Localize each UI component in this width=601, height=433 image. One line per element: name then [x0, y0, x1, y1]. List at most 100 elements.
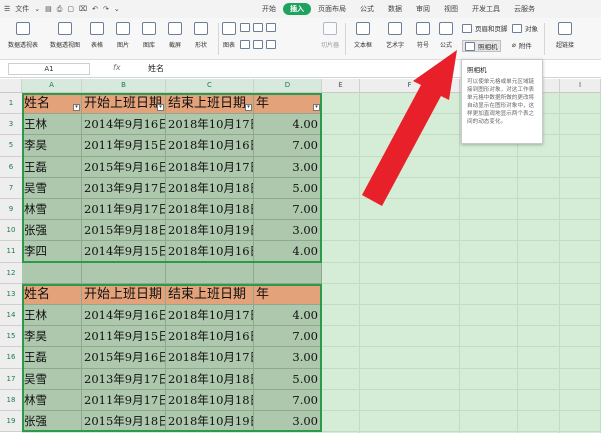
data-cell[interactable]: 2015年9月16日 [82, 156, 166, 178]
data-cell[interactable]: 2018年10月18日 [166, 177, 254, 199]
empty-cell[interactable] [82, 262, 166, 284]
formula-input[interactable]: 姓名 [148, 63, 164, 74]
data-cell[interactable]: 3.00 [254, 411, 322, 433]
data-cell[interactable]: 4.00 [254, 241, 322, 263]
print-icon[interactable]: ⎙ [57, 5, 63, 14]
chart-types-row-2[interactable] [240, 40, 276, 49]
equation-button[interactable]: 公式 [429, 18, 463, 49]
filter-dropdown-icon[interactable]: ▾ [313, 104, 320, 112]
row-header[interactable]: 12 [0, 262, 22, 284]
header-cell[interactable]: 结束上班日期 ▾ [166, 93, 254, 115]
data-cell[interactable]: 李四 [22, 241, 82, 263]
hyperlink-button[interactable]: 超链接 [548, 18, 582, 49]
data-cell[interactable]: 2015年9月18日 [82, 220, 166, 242]
data-cell[interactable]: 2013年9月17日 [82, 368, 166, 390]
data-cell[interactable]: 2011年9月17日 [82, 389, 166, 411]
data-cell[interactable]: 2018年10月18日 [166, 199, 254, 221]
data-cell[interactable]: 3.00 [254, 156, 322, 178]
data-cell[interactable]: 2018年10月16日 [166, 135, 254, 157]
line-chart-icon[interactable] [253, 23, 263, 32]
format-painter-icon[interactable]: ⌧ [79, 5, 87, 13]
textbox-button[interactable]: 文本框 [346, 18, 380, 49]
row-header[interactable]: 5 [0, 135, 22, 157]
column-header-d[interactable]: D [254, 79, 322, 93]
attachment-button[interactable]: ⌀ 附件 [512, 40, 532, 50]
data-cell[interactable]: 7.00 [254, 199, 322, 221]
data-cell[interactable]: 李昊 [22, 326, 82, 348]
tab-data[interactable]: 数据 [381, 3, 409, 15]
data-cell[interactable]: 王磊 [22, 347, 82, 369]
pie-chart-icon[interactable] [266, 23, 276, 32]
data-cell[interactable]: 2014年9月15日 [82, 241, 166, 263]
tab-formulas[interactable]: 公式 [353, 3, 381, 15]
row-header[interactable]: 19 [0, 411, 22, 433]
data-cell[interactable]: 林雪 [22, 389, 82, 411]
data-cell[interactable]: 7.00 [254, 389, 322, 411]
data-cell[interactable]: 2018年10月18日 [166, 368, 254, 390]
header-cell[interactable]: 结束上班日期 [166, 283, 254, 305]
pivot-table-button[interactable]: 数据透视表 [6, 18, 40, 49]
data-cell[interactable]: 林雪 [22, 199, 82, 221]
chart-types-row[interactable] [240, 23, 276, 32]
data-cell[interactable]: 4.00 [254, 114, 322, 136]
data-cell[interactable]: 4.00 [254, 305, 322, 327]
data-cell[interactable]: 5.00 [254, 177, 322, 199]
fx-icon[interactable]: fx [113, 63, 121, 72]
data-cell[interactable]: 2011年9月15日 [82, 135, 166, 157]
empty-cell[interactable] [254, 262, 322, 284]
row-header[interactable]: 6 [0, 156, 22, 178]
empty-cell[interactable] [166, 262, 254, 284]
row-header[interactable]: 9 [0, 199, 22, 221]
row-header[interactable]: 13 [0, 283, 22, 305]
column-header-e[interactable]: E [322, 79, 360, 93]
filter-dropdown-icon[interactable]: ▾ [73, 104, 80, 112]
tab-developer[interactable]: 开发工具 [465, 3, 507, 15]
tab-page-layout[interactable]: 页面布局 [311, 3, 353, 15]
filter-dropdown-icon[interactable]: ▾ [245, 104, 252, 112]
tab-view[interactable]: 视图 [437, 3, 465, 15]
row-header[interactable]: 10 [0, 220, 22, 242]
tab-home[interactable]: 开始 [255, 3, 283, 15]
row-header[interactable]: 11 [0, 241, 22, 263]
chevron-down-icon[interactable]: ⌄ [114, 5, 120, 13]
header-cell[interactable]: 年 ▾ [254, 93, 322, 115]
data-cell[interactable]: 2018年10月17日 [166, 347, 254, 369]
data-cell[interactable]: 王林 [22, 114, 82, 136]
slicer-button[interactable]: 切片器 [313, 18, 347, 49]
tab-cloud[interactable]: 云服务 [507, 3, 542, 15]
data-cell[interactable]: 7.00 [254, 135, 322, 157]
name-box[interactable]: A1 [8, 63, 90, 75]
column-header-f[interactable]: F [360, 79, 460, 93]
data-cell[interactable]: 2018年10月19日 [166, 220, 254, 242]
select-all-corner[interactable] [0, 79, 22, 93]
tab-insert[interactable]: 插入 [283, 3, 311, 15]
undo-icon[interactable]: ↶ [92, 5, 98, 13]
row-header[interactable]: 3 [0, 114, 22, 136]
data-cell[interactable]: 吴雪 [22, 177, 82, 199]
data-cell[interactable]: 王林 [22, 305, 82, 327]
area-chart-icon[interactable] [240, 40, 250, 49]
row-header[interactable]: 15 [0, 326, 22, 348]
row-header[interactable]: 17 [0, 368, 22, 390]
data-cell[interactable]: 2018年10月17日 [166, 114, 254, 136]
row-header[interactable]: 7 [0, 177, 22, 199]
data-cell[interactable]: 3.00 [254, 220, 322, 242]
save-icon[interactable]: ▤ [45, 5, 52, 13]
header-cell[interactable]: 姓名 [22, 283, 82, 305]
chevron-down-icon[interactable]: ⌄ [34, 5, 40, 13]
data-cell[interactable]: 2011年9月17日 [82, 199, 166, 221]
data-cell[interactable]: 2014年9月16日 [82, 114, 166, 136]
data-cell[interactable]: 2015年9月16日 [82, 347, 166, 369]
data-cell[interactable]: 5.00 [254, 368, 322, 390]
data-cell[interactable]: 2011年9月15日 [82, 326, 166, 348]
filter-dropdown-icon[interactable]: ▾ [157, 104, 164, 112]
column-header-i[interactable]: I [560, 79, 601, 93]
file-menu[interactable]: 文件 [15, 4, 29, 14]
tab-review[interactable]: 审阅 [409, 3, 437, 15]
column-header-c[interactable]: C [166, 79, 254, 93]
scatter-chart-icon[interactable] [253, 40, 263, 49]
data-cell[interactable]: 王磊 [22, 156, 82, 178]
row-header[interactable]: 1 [0, 93, 22, 115]
other-chart-icon[interactable] [266, 40, 276, 49]
header-footer-button[interactable]: 页眉和页脚 [462, 23, 508, 33]
